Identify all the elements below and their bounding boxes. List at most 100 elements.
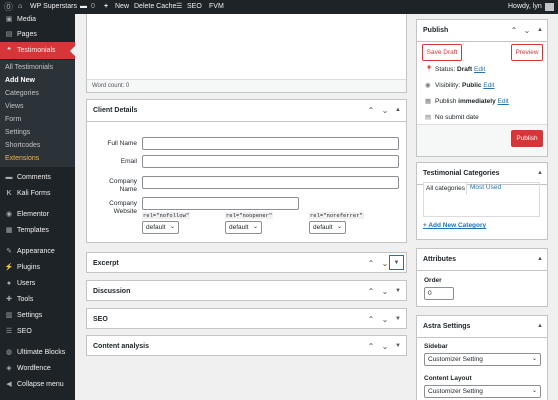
menu-item-elementor[interactable]: ◉ Elementor	[0, 207, 75, 223]
menu-item-appearance[interactable]: ✎ Appearance	[0, 244, 75, 260]
menu-item-comments[interactable]: ▬ Comments	[0, 170, 75, 186]
toggle-panel-icon[interactable]: ▼	[393, 286, 403, 296]
categories-title: Testimonial Categories	[423, 170, 500, 177]
menu-item-settings[interactable]: ▥ Settings	[0, 308, 75, 324]
rel-noopener-select[interactable]: default ⌄	[225, 221, 262, 234]
publish-title: Publish	[423, 27, 449, 34]
full-name-input[interactable]	[142, 137, 399, 150]
add-new-category-link[interactable]: + Add New Category	[423, 222, 486, 229]
menu-item-media[interactable]: ▣ Media	[0, 12, 75, 28]
testimonials-submenu: All Testimonials Add New Categories View…	[0, 60, 75, 167]
submenu-settings[interactable]: Settings	[5, 126, 30, 139]
collapse-menu-button[interactable]: ◀ Collapse menu	[0, 377, 75, 393]
email-input[interactable]	[142, 155, 399, 168]
excerpt-box[interactable]: Excerpt ⌃ ⌄ ▼	[86, 252, 407, 273]
client-details-box: Client Details ⌃ ⌄ ▲ Full Name Email Com…	[86, 99, 407, 243]
submenu-categories[interactable]: Categories	[5, 87, 39, 100]
menu-item-templates[interactable]: ▦ Templates	[0, 223, 75, 239]
client-details-header[interactable]: Client Details ⌃ ⌄ ▲	[87, 100, 406, 122]
move-up-icon[interactable]: ⌃	[509, 25, 519, 35]
move-down-icon[interactable]: ⌄	[380, 286, 390, 296]
submenu-add-new[interactable]: Add New	[5, 74, 35, 87]
content-analysis-title: Content analysis	[93, 343, 150, 350]
delete-cache-link[interactable]: Delete Cache	[134, 0, 176, 14]
company-name-input[interactable]	[142, 176, 399, 189]
content-analysis-box[interactable]: Content analysis ⌃ ⌄ ▼	[86, 335, 407, 356]
menu-item-plugins[interactable]: ⚡ Plugins	[0, 260, 75, 276]
discussion-title: Discussion	[93, 288, 131, 295]
visibility-row: ◉ Visibility: Public Edit	[425, 82, 495, 89]
testimonial-categories-box: Testimonial Categories ▲ All categories …	[416, 162, 548, 240]
submenu-all-testimonials[interactable]: All Testimonials	[5, 61, 53, 74]
full-name-label: Full Name	[107, 140, 137, 147]
move-up-icon[interactable]: ⌃	[366, 258, 376, 268]
tab-all-categories[interactable]: All categories	[423, 182, 467, 195]
rel-noreferrer-select[interactable]: default ⌄	[309, 221, 346, 234]
menu-item-seo[interactable]: ☰ SEO	[0, 324, 75, 340]
menu-item-pages[interactable]: ▤ Pages	[0, 27, 75, 43]
submenu-views[interactable]: Views	[5, 100, 24, 113]
submenu-shortcodes[interactable]: Shortcodes	[5, 139, 40, 152]
astra-settings-title: Astra Settings	[423, 323, 471, 330]
submit-date-row: ▤ No submit date	[425, 114, 479, 121]
toggle-panel-icon[interactable]: ▼	[393, 314, 403, 324]
calendar-icon: ▦	[425, 98, 432, 105]
discussion-box[interactable]: Discussion ⌃ ⌄ ▼	[86, 280, 407, 301]
move-up-icon[interactable]: ⌃	[366, 314, 376, 324]
seo-box[interactable]: SEO ⌃ ⌄ ▼	[86, 308, 407, 329]
company-website-input[interactable]	[142, 197, 299, 210]
move-up-icon[interactable]: ⌃	[366, 341, 376, 351]
active-menu-pointer	[70, 46, 75, 56]
rel-nofollow-select[interactable]: default ⌄	[142, 221, 179, 234]
rel-nofollow-code: rel="nofollow"	[142, 212, 191, 219]
tab-most-used[interactable]: Most Used	[470, 184, 501, 191]
menu-item-kali-forms[interactable]: K Kali Forms	[0, 186, 75, 202]
chevron-down-icon: ⌄	[531, 388, 537, 394]
menu-item-ultimate-blocks[interactable]: ◍ Ultimate Blocks	[0, 345, 75, 361]
avatar[interactable]	[545, 3, 554, 11]
menu-item-users[interactable]: ● Users	[0, 276, 75, 292]
toggle-panel-icon[interactable]: ▲	[535, 168, 545, 178]
content-editor[interactable]: Word count: 0	[86, 14, 407, 93]
save-draft-button[interactable]: Save Draft	[422, 44, 462, 61]
toggle-panel-icon[interactable]: ▲	[393, 105, 403, 115]
settings-icon: ▥	[5, 312, 13, 319]
menu-item-wordfence[interactable]: ◈ Wordfence	[0, 361, 75, 377]
menu-item-tools[interactable]: ✚ Tools	[0, 292, 75, 308]
publish-button[interactable]: Publish	[511, 130, 543, 147]
plus-icon[interactable]: +	[104, 0, 108, 14]
howdy-account-link[interactable]: Howdy, lyn	[508, 0, 542, 14]
move-down-icon[interactable]: ⌄	[380, 314, 390, 324]
submenu-extensions[interactable]: Extensions	[5, 152, 39, 165]
edit-status-link[interactable]: Edit	[474, 66, 485, 73]
publish-header[interactable]: Publish ⌃ ⌄ ▲	[417, 20, 547, 42]
move-up-icon[interactable]: ⌃	[366, 286, 376, 296]
sidebar-select[interactable]: Customizer Setting ⌄	[424, 353, 541, 366]
fvm-link[interactable]: FVM	[209, 0, 224, 14]
menu-item-testimonials[interactable]: ❝ Testimonials	[0, 42, 75, 59]
toggle-panel-icon[interactable]: ▲	[535, 254, 545, 264]
content-layout-label: Content Layout	[424, 375, 472, 382]
move-down-icon[interactable]: ⌄	[380, 341, 390, 351]
client-details-title: Client Details	[93, 107, 138, 114]
preview-button[interactable]: Preview	[511, 44, 543, 61]
toggle-panel-icon[interactable]: ▼	[393, 341, 403, 351]
edit-publish-time-link[interactable]: Edit	[498, 98, 509, 105]
content-layout-select[interactable]: Customizer Setting ⌄	[424, 385, 541, 398]
new-link[interactable]: New	[115, 0, 129, 14]
submenu-form[interactable]: Form	[5, 113, 21, 126]
seo-icon: ☰	[176, 3, 183, 10]
move-down-icon[interactable]: ⌄	[380, 105, 390, 115]
move-up-icon[interactable]: ⌃	[366, 105, 376, 115]
comments-count[interactable]: 0	[91, 0, 95, 14]
toggle-panel-icon[interactable]: ▲	[535, 25, 545, 35]
comment-icon[interactable]: ▬	[80, 0, 87, 14]
astra-settings-header[interactable]: Astra Settings ▲	[417, 316, 547, 338]
move-down-icon[interactable]: ⌄	[522, 25, 532, 35]
toggle-panel-icon[interactable]: ▼	[389, 255, 404, 270]
toggle-panel-icon[interactable]: ▲	[535, 321, 545, 331]
seo-link[interactable]: SEO	[187, 0, 202, 14]
order-input[interactable]: 0	[424, 287, 454, 300]
edit-visibility-link[interactable]: Edit	[483, 82, 494, 89]
attributes-header[interactable]: Attributes ▲	[417, 249, 547, 271]
